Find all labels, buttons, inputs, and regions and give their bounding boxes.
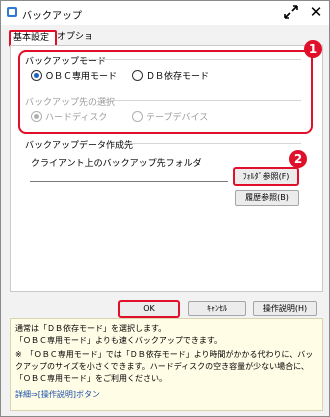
backup-dialog: バックアップ ✕ 基本設定 オプション 1 バックアップモード ＯＢＣ専用モード… [0, 0, 330, 417]
radio-harddisk-label: ハードディスク [45, 113, 108, 123]
tab-options[interactable]: オプション [55, 31, 99, 55]
help-manual-link[interactable]: 詳細⇒[操作説明]ボタン [15, 389, 315, 401]
radio-db-mode-label: ＤＢ依存モード [146, 72, 210, 82]
title-bar[interactable]: バックアップ ✕ [1, 1, 329, 25]
help-line-3: ※ 「ＯＢＣ専用モード」では「ＤＢ依存モード」より時間がかかる代わりに、バックア… [15, 350, 314, 383]
folder-browse-button[interactable]: ﾌｫﾙﾀﾞ参照(F) [233, 167, 299, 186]
help-line-2: 「ＯＢＣ専用モード」よりも速くバックアップできます。 [15, 336, 223, 345]
badge-2: 2 [289, 150, 307, 168]
cancel-button[interactable]: ｷｬﾝｾﾙ [188, 301, 246, 316]
radio-db-mode[interactable] [132, 70, 143, 81]
radio-tape-device[interactable] [132, 111, 143, 122]
radio-harddisk[interactable] [31, 111, 42, 122]
backup-dest-label: バックアップ先の選択 [25, 98, 116, 108]
badge-1: 1 [304, 40, 322, 58]
close-icon[interactable]: ✕ [307, 3, 325, 21]
app-icon [7, 7, 17, 17]
divider [81, 59, 301, 60]
backup-target-label: バックアップデータ作成先 [25, 141, 134, 151]
manual-button[interactable]: 操作説明(H) [253, 301, 317, 316]
divider [123, 143, 301, 144]
radio-obc-mode-label: ＯＢＣ専用モード [45, 72, 118, 82]
radio-obc-mode[interactable] [31, 70, 42, 81]
help-panel: 通常は「ＤＢ依存モード」を選択します。 「ＯＢＣ専用モード」よりも速くバックアッ… [10, 318, 323, 411]
radio-tape-device-label: テープデバイス [146, 113, 209, 123]
history-browse-button[interactable]: 履歴参照(B) [235, 190, 299, 206]
window-title: バックアップ [22, 11, 82, 22]
backup-mode-label: バックアップモード [25, 57, 107, 67]
ok-button[interactable]: OK [118, 300, 180, 318]
folder-path-input[interactable] [30, 168, 228, 182]
help-line-1: 通常は「ＤＢ依存モード」を選択します。 [15, 324, 167, 333]
divider [105, 100, 301, 101]
settings-panel: 1 バックアップモード ＯＢＣ専用モード ＤＢ依存モード バックアップ先の選択 … [10, 40, 323, 292]
expand-icon[interactable] [282, 3, 300, 21]
